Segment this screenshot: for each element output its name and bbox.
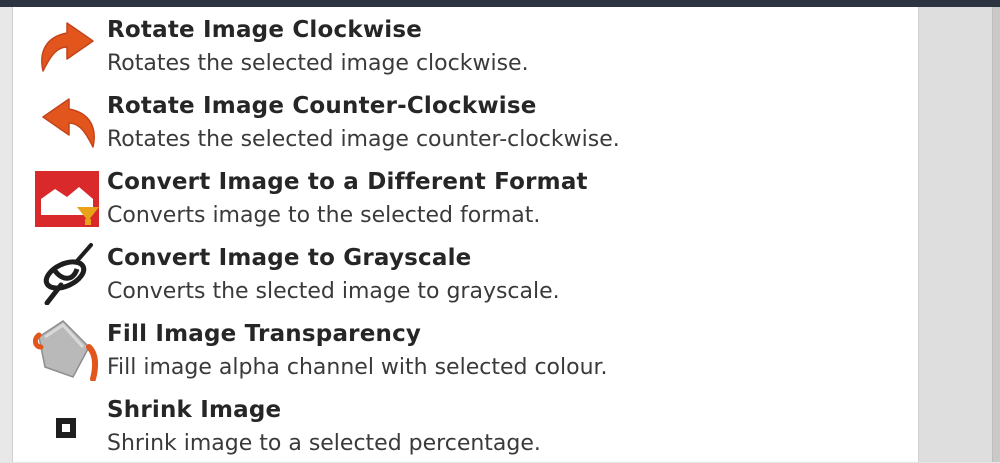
item-title: Rotate Image Counter-Clockwise: [107, 93, 537, 119]
item-title: Rotate Image Clockwise: [107, 17, 423, 43]
list-item-rotate-clockwise[interactable]: Rotate Image Clockwise Rotates the selec…: [13, 7, 918, 83]
item-description: Fill image alpha channel with selected c…: [107, 355, 608, 380]
action-list: Rotate Image Clockwise Rotates the selec…: [12, 7, 919, 462]
scrollbar[interactable]: [992, 7, 1000, 462]
item-title: Fill Image Transparency: [107, 321, 422, 347]
rotate-counter-clockwise-icon: [33, 89, 103, 153]
side-panel: [919, 7, 992, 462]
window-top-border: [0, 0, 1000, 7]
item-description: Rotates the selected image counter-clock…: [107, 127, 620, 152]
list-item-rotate-counter-clockwise[interactable]: Rotate Image Counter-Clockwise Rotates t…: [13, 83, 918, 159]
list-item-fill-transparency[interactable]: Fill Image Transparency Fill image alpha…: [13, 311, 918, 387]
item-description: Converts image to the selected format.: [107, 203, 541, 228]
fill-bucket-icon: [33, 317, 103, 381]
list-item-convert-format[interactable]: Convert Image to a Different Format Conv…: [13, 159, 918, 235]
list-item-grayscale[interactable]: Convert Image to Grayscale Converts the …: [13, 235, 918, 311]
shrink-icon: [33, 393, 103, 457]
list-item-shrink[interactable]: Shrink Image Shrink image to a selected …: [13, 387, 918, 463]
grayscale-icon: [33, 241, 103, 305]
rotate-clockwise-icon: [33, 13, 103, 77]
item-title: Convert Image to Grayscale: [107, 245, 472, 271]
convert-format-icon: [33, 165, 103, 229]
item-title: Shrink Image: [107, 397, 282, 423]
item-description: Converts the slected image to grayscale.: [107, 279, 560, 304]
left-gutter: [0, 7, 12, 462]
item-description: Rotates the selected image clockwise.: [107, 51, 529, 76]
item-description: Shrink image to a selected percentage.: [107, 431, 541, 456]
item-title: Convert Image to a Different Format: [107, 169, 588, 195]
